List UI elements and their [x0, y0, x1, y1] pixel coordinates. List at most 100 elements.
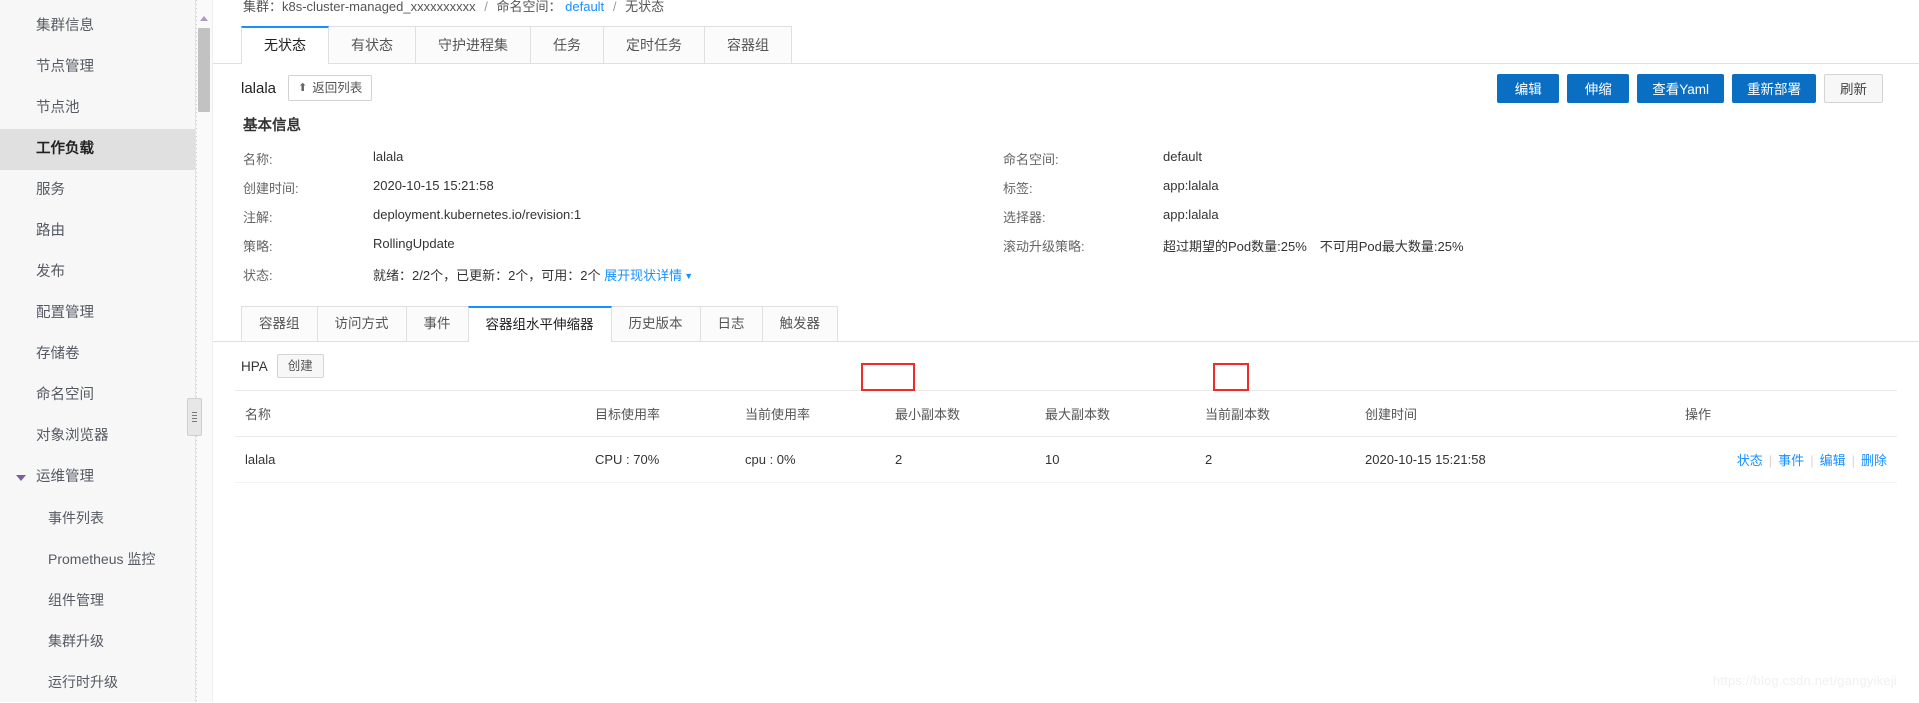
field-label-created-at: 创建时间:: [243, 181, 299, 196]
content-scrollbar[interactable]: [196, 0, 213, 702]
sidebar-item-object-browser[interactable]: 对象浏览器: [0, 416, 195, 457]
sidebar-resize-handle[interactable]: [187, 398, 202, 436]
tab-events[interactable]: 事件: [405, 306, 469, 341]
scale-button[interactable]: 伸缩: [1567, 73, 1630, 103]
cell-current-replicas: 2: [1195, 436, 1355, 483]
basic-info-right-column: 命名空间: default 标签: app:lalala 选择器: app:la…: [1003, 149, 1889, 284]
hpa-label: HPA: [241, 358, 268, 374]
up-arrow-icon: ⬆: [298, 81, 308, 94]
cell-min-replicas: 2: [885, 436, 1035, 483]
tab-label: 有状态: [351, 37, 393, 53]
hpa-table-body: lalala CPU : 70% cpu : 0% 2 10 2 2020-10…: [235, 436, 1897, 483]
row-action-events[interactable]: 事件: [1778, 453, 1804, 468]
field-value-rolling-update-strategy: 超过期望的Pod数量:25% 不可用Pod最大数量:25%: [1163, 239, 1464, 254]
main-content: 集群：k8s-cluster-managed_xxxxxxxxxx / 命名空间…: [213, 0, 1919, 702]
field-value-labels: app:lalala: [1163, 178, 1219, 193]
app-root: 集群信息 节点管理 节点池 工作负载 服务 路由 发布 配置管理 存储卷 命名空…: [0, 0, 1919, 702]
column-header-name[interactable]: 名称: [235, 391, 585, 437]
back-to-list-button[interactable]: ⬆ 返回列表: [288, 75, 373, 101]
sidebar-item-route[interactable]: 路由: [0, 211, 195, 252]
tab-stateless[interactable]: 无状态: [241, 26, 329, 64]
sidebar-item-node-management[interactable]: 节点管理: [0, 47, 195, 88]
edit-button[interactable]: 编辑: [1497, 73, 1560, 103]
breadcrumb-namespace-link[interactable]: default: [565, 0, 604, 14]
sidebar-group-ops-management[interactable]: 运维管理: [0, 457, 195, 498]
tab-pods[interactable]: 容器组: [241, 306, 318, 341]
scroll-thumb[interactable]: [198, 28, 210, 112]
cell-name: lalala: [235, 436, 585, 483]
cell-current-usage: cpu : 0%: [735, 436, 885, 483]
breadcrumb: 集群：k8s-cluster-managed_xxxxxxxxxx / 命名空间…: [213, 0, 1919, 14]
sidebar-item-prometheus-monitoring[interactable]: Prometheus 监控: [0, 539, 195, 580]
tab-logs[interactable]: 日志: [699, 306, 763, 341]
sidebar-item-label: 服务: [36, 182, 65, 198]
tab-daemonset[interactable]: 守护进程集: [415, 26, 531, 63]
field-value-strategy: RollingUpdate: [373, 236, 455, 251]
expand-status-detail-link[interactable]: 展开现状详情 ▼: [604, 268, 693, 283]
action-divider: |: [1810, 453, 1814, 468]
row-action-delete[interactable]: 删除: [1861, 453, 1887, 468]
sidebar-item-label: 运行时升级: [48, 674, 118, 690]
tab-label: 触发器: [779, 316, 821, 331]
refresh-button[interactable]: 刷新: [1824, 73, 1883, 103]
row-action-edit[interactable]: 编辑: [1820, 453, 1846, 468]
breadcrumb-separator: /: [612, 0, 617, 14]
tab-label: 守护进程集: [438, 37, 508, 53]
sidebar-item-namespace[interactable]: 命名空间: [0, 375, 195, 416]
column-header-target-usage[interactable]: 目标使用率: [585, 391, 735, 437]
sidebar-item-label: 组件管理: [48, 592, 104, 608]
sidebar-item-runtime-upgrade[interactable]: 运行时升级: [0, 662, 195, 703]
column-header-current-usage[interactable]: 当前使用率: [735, 391, 885, 437]
tab-triggers[interactable]: 触发器: [761, 306, 838, 341]
row-action-status[interactable]: 状态: [1737, 453, 1763, 468]
sidebar-item-node-pool[interactable]: 节点池: [0, 88, 195, 129]
tab-hpa[interactable]: 容器组水平伸缩器: [467, 306, 612, 342]
sidebar-item-label: 存储卷: [36, 346, 80, 362]
sidebar-item-label: 工作负载: [36, 141, 94, 157]
tab-job[interactable]: 任务: [530, 26, 604, 63]
grip-dots-icon: [192, 411, 197, 423]
cell-created-at: 2020-10-15 15:21:58: [1355, 436, 1675, 483]
scroll-up-arrow-icon[interactable]: [200, 16, 208, 21]
sidebar-item-service[interactable]: 服务: [0, 170, 195, 211]
field-label-name: 名称:: [243, 152, 273, 167]
column-header-min-replicas[interactable]: 最小副本数: [885, 391, 1035, 437]
view-yaml-button[interactable]: 查看Yaml: [1637, 73, 1724, 103]
sidebar-item-config-management[interactable]: 配置管理: [0, 293, 195, 334]
create-hpa-button[interactable]: 创建: [276, 354, 324, 378]
tab-history-versions[interactable]: 历史版本: [610, 306, 701, 341]
tab-pod[interactable]: 容器组: [704, 26, 792, 63]
tab-stateful[interactable]: 有状态: [328, 26, 416, 63]
field-value-namespace: default: [1163, 149, 1203, 164]
table-row[interactable]: lalala CPU : 70% cpu : 0% 2 10 2 2020-10…: [235, 436, 1897, 483]
sidebar-item-component-management[interactable]: 组件管理: [0, 580, 195, 621]
tab-cronjob[interactable]: 定时任务: [603, 26, 705, 63]
cell-operations: 状态 | 事件 | 编辑 | 删除: [1675, 436, 1897, 483]
sidebar-item-label: 发布: [36, 264, 65, 280]
sidebar: 集群信息 节点管理 节点池 工作负载 服务 路由 发布 配置管理 存储卷 命名空…: [0, 0, 202, 703]
column-header-max-replicas[interactable]: 最大副本数: [1035, 391, 1195, 437]
redeploy-button[interactable]: 重新部署: [1732, 73, 1816, 103]
column-header-operations: 操作: [1675, 391, 1897, 437]
sidebar-item-label: 命名空间: [36, 387, 94, 403]
tab-label: 事件: [423, 316, 451, 331]
sidebar-item-release[interactable]: 发布: [0, 252, 195, 293]
back-to-list-label: 返回列表: [312, 81, 363, 95]
column-header-created-at[interactable]: 创建时间: [1355, 391, 1675, 437]
column-header-current-replicas[interactable]: 当前副本数: [1195, 391, 1355, 437]
tab-label: 无状态: [264, 37, 306, 53]
sidebar-item-label: 配置管理: [36, 305, 94, 321]
page-title: lalala: [241, 79, 277, 97]
sidebar-item-storage-volume[interactable]: 存储卷: [0, 334, 195, 375]
sidebar-item-workload[interactable]: 工作负载: [0, 129, 195, 170]
cell-target-usage: CPU : 70%: [585, 436, 735, 483]
sidebar-item-label: 路由: [36, 223, 65, 239]
sidebar-item-cluster-info[interactable]: 集群信息: [0, 6, 195, 47]
field-value-selector: app:lalala: [1163, 207, 1219, 222]
sidebar-item-event-list[interactable]: 事件列表: [0, 498, 195, 539]
tab-access-mode[interactable]: 访问方式: [316, 306, 407, 341]
expand-status-detail-label: 展开现状详情: [604, 268, 683, 283]
sidebar-item-cluster-upgrade[interactable]: 集群升级: [0, 621, 195, 662]
field-label-selector: 选择器:: [1003, 210, 1046, 225]
hpa-table: 名称 目标使用率 当前使用率 最小副本数 最大副本数 当前副本数 创建时间 操作…: [235, 391, 1897, 483]
